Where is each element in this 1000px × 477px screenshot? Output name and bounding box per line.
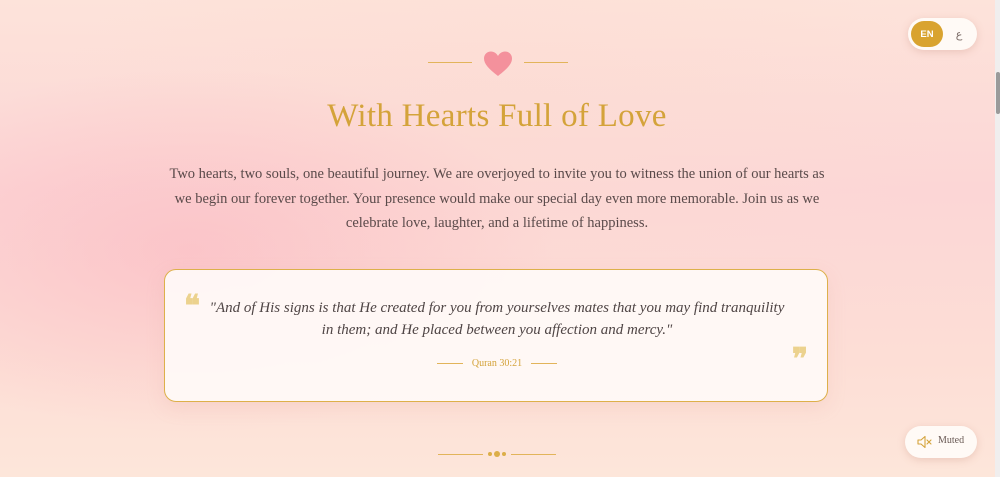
quote-text: "And of His signs is that He created for…	[209, 300, 785, 338]
quote-card: ❝ "And of His signs is that He created f…	[164, 269, 828, 402]
close-quote-icon: ❞	[791, 343, 808, 376]
language-toggle: EN ع	[908, 18, 977, 50]
scrollbar-thumb[interactable]	[996, 72, 1000, 114]
open-quote-icon: ❝	[184, 290, 201, 323]
quote-citation: Quran 30:21	[165, 358, 829, 369]
bottom-divider	[438, 449, 556, 459]
mute-button[interactable]: Muted	[905, 426, 977, 458]
page-scrollbar[interactable]	[995, 0, 1000, 477]
language-en-button[interactable]: EN	[911, 21, 943, 47]
intro-paragraph: Two hearts, two souls, one beautiful jou…	[169, 166, 825, 231]
divider-line-right	[511, 454, 556, 455]
heart-icon	[484, 51, 512, 76]
ornament-line-right	[524, 62, 568, 63]
citation-line-left	[436, 363, 463, 365]
page-title: With Hearts Full of Love	[327, 98, 667, 134]
heart-ornament	[428, 48, 568, 78]
language-ar-button[interactable]: ع	[943, 21, 975, 47]
citation-text: Quran 30:21	[471, 358, 523, 370]
divider-dot	[488, 452, 492, 456]
mute-status-label: Muted	[938, 435, 965, 446]
divider-dot	[494, 451, 500, 457]
citation-line-right	[531, 363, 558, 365]
divider-dot	[502, 452, 506, 456]
ornament-line-left	[428, 62, 472, 63]
divider-line-left	[438, 454, 483, 455]
speaker-muted-icon	[917, 435, 932, 449]
